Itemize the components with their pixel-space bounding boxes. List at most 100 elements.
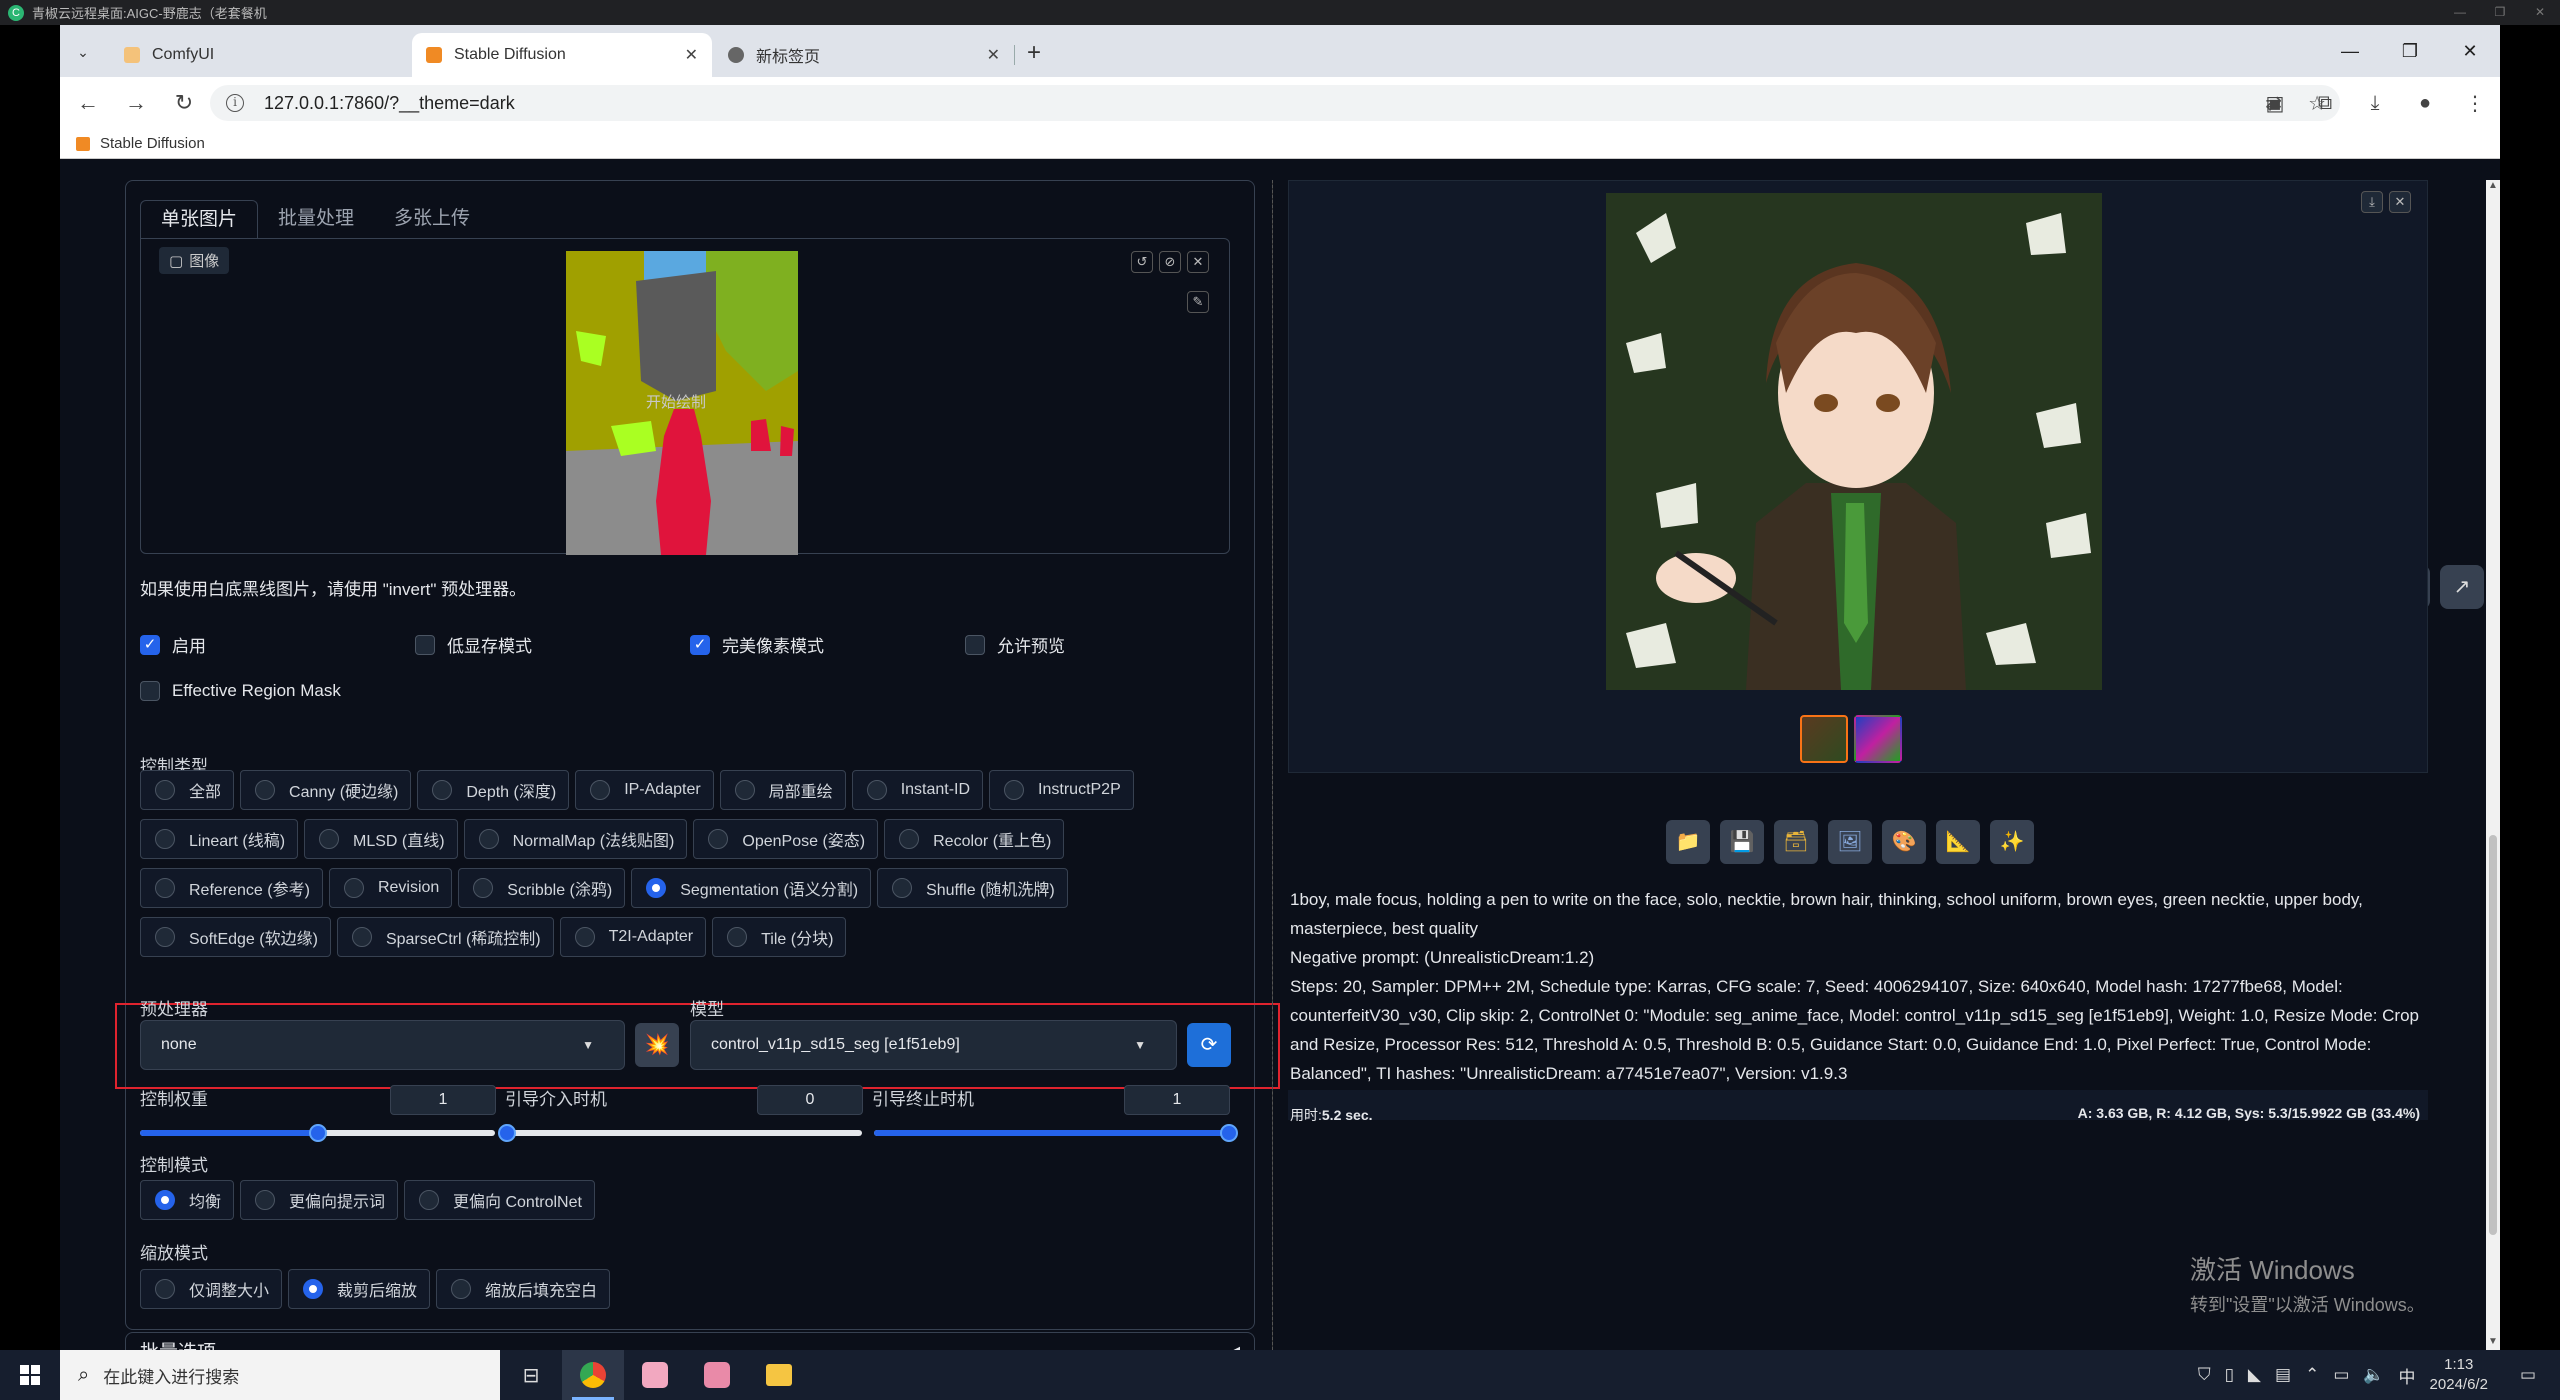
control-type-option[interactable]: Recolor (重上色): [884, 819, 1065, 859]
control-type-option[interactable]: Shuffle (随机洗牌): [877, 868, 1068, 908]
resize-modes-option[interactable]: 裁剪后缩放: [288, 1269, 431, 1309]
tab-stable-diffusion[interactable]: Stable Diffusion ✕: [412, 33, 712, 77]
enable-checkbox[interactable]: ✓ 启用: [140, 632, 206, 657]
security-shield-icon[interactable]: ⛉: [2198, 1365, 2211, 1385]
control-type-option[interactable]: SoftEdge (软边缘): [140, 917, 331, 957]
slider-handle[interactable]: [1220, 1124, 1238, 1142]
download-icon[interactable]: ⤓: [2360, 92, 2390, 115]
usb-icon[interactable]: ▯: [2225, 1365, 2234, 1385]
save-icon[interactable]: 💾: [1720, 820, 1764, 864]
undo-icon[interactable]: ↺: [1131, 251, 1153, 273]
profile-avatar-icon[interactable]: ●: [2410, 92, 2440, 115]
notification-icon[interactable]: ▭: [2520, 1365, 2536, 1385]
slider-handle[interactable]: [498, 1124, 516, 1142]
close-image-icon[interactable]: ✕: [2389, 191, 2411, 213]
run-preprocessor-icon[interactable]: 💥: [635, 1023, 679, 1067]
lowvram-checkbox[interactable]: 低显存模式: [415, 632, 532, 657]
remote-restore-icon[interactable]: ❐: [2480, 0, 2520, 25]
close-icon[interactable]: ✕: [1187, 251, 1209, 273]
volume-icon[interactable]: 🔈: [2363, 1365, 2384, 1385]
thumbnail-segmentation[interactable]: [1854, 715, 1902, 763]
extensions-puzzle-icon[interactable]: ⧉: [2310, 92, 2340, 115]
weight-slider[interactable]: [140, 1124, 495, 1142]
control-type-option[interactable]: Scribble (涂鸦): [458, 868, 626, 908]
weight-input[interactable]: 1: [390, 1085, 496, 1115]
tab-comfyui[interactable]: ComfyUI ✕: [110, 33, 451, 77]
preprocessor-dropdown[interactable]: none ▼: [140, 1020, 625, 1070]
taskbar-clock[interactable]: 1:13 2024/6/2: [2430, 1355, 2488, 1395]
control-type-option[interactable]: Tile (分块): [712, 917, 847, 957]
allow-preview-checkbox[interactable]: 允许预览: [965, 632, 1065, 657]
download-image-icon[interactable]: ⤓: [2361, 191, 2383, 213]
new-tab-plus-icon[interactable]: +: [1020, 39, 1048, 67]
control-type-option[interactable]: IP-Adapter: [575, 770, 714, 810]
page-scrollbar[interactable]: ▲ ▼: [2486, 180, 2500, 1350]
remote-minimize-icon[interactable]: —: [2440, 0, 2480, 25]
file-explorer-taskbar-icon[interactable]: [748, 1350, 810, 1400]
resize-modes-option[interactable]: 缩放后填充空白: [436, 1269, 611, 1309]
ime-indicator[interactable]: 中: [2399, 1363, 2416, 1388]
scroll-up-icon[interactable]: ▲: [2486, 180, 2500, 194]
chrome-taskbar-icon[interactable]: [562, 1350, 624, 1400]
control-type-option[interactable]: Reference (参考): [140, 868, 323, 908]
start-button[interactable]: [0, 1350, 60, 1400]
close-tab-icon[interactable]: ✕: [685, 45, 698, 65]
control-type-option[interactable]: Canny (硬边缘): [240, 770, 412, 810]
close-tab-icon[interactable]: ✕: [987, 45, 1000, 65]
control-modes-option[interactable]: 均衡: [140, 1180, 235, 1220]
guidance-end-input[interactable]: 1: [1124, 1085, 1230, 1115]
taskbar-search[interactable]: ⌕ 在此键入进行搜索: [60, 1350, 500, 1400]
thumbnail-output[interactable]: [1800, 715, 1848, 763]
control-type-option[interactable]: InstructP2P: [989, 770, 1134, 810]
open-folder-icon[interactable]: 📁: [1666, 820, 1710, 864]
extension-p-icon[interactable]: ▣: [2260, 91, 2290, 116]
control-modes-option[interactable]: 更偏向提示词: [240, 1180, 399, 1220]
control-type-option[interactable]: NormalMap (法线贴图): [463, 819, 688, 859]
control-type-option[interactable]: Segmentation (语义分割): [631, 868, 872, 908]
control-type-option[interactable]: 局部重绘: [719, 770, 846, 810]
control-type-option[interactable]: OpenPose (姿态): [693, 819, 879, 859]
forward-arrow-icon[interactable]: →: [116, 83, 156, 123]
control-type-option[interactable]: Instant-ID: [851, 770, 984, 810]
control-type-option[interactable]: Revision: [328, 868, 453, 908]
network-icon[interactable]: ▭: [2333, 1365, 2349, 1385]
upscale-icon[interactable]: ✨: [1990, 820, 2034, 864]
anime-app2-taskbar-icon[interactable]: [686, 1350, 748, 1400]
pixel-perfect-checkbox[interactable]: ✓ 完美像素模式: [690, 632, 824, 657]
send-to-extras-icon[interactable]: 📐: [1936, 820, 1980, 864]
tab-single-image[interactable]: 单张图片: [140, 200, 259, 238]
resize-modes-option[interactable]: 仅调整大小: [140, 1269, 283, 1309]
task-view-icon[interactable]: ⊟: [500, 1350, 562, 1400]
remote-close-icon[interactable]: ✕: [2520, 0, 2560, 25]
close-window-icon[interactable]: ✕: [2440, 25, 2500, 77]
tray-app-icon[interactable]: ▤: [2275, 1365, 2291, 1385]
control-type-option[interactable]: 全部: [140, 770, 235, 810]
tab-multi-upload[interactable]: 多张上传: [374, 200, 490, 238]
model-dropdown[interactable]: control_v11p_sd15_seg [e1f51eb9] ▼: [690, 1020, 1177, 1070]
control-type-option[interactable]: T2I-Adapter: [559, 917, 707, 957]
control-type-option[interactable]: MLSD (直线): [304, 819, 458, 859]
region-mask-checkbox[interactable]: Effective Region Mask: [140, 681, 341, 701]
send-dimensions-icon[interactable]: ↗: [2440, 565, 2484, 609]
tab-search-chevron-icon[interactable]: ⌄: [70, 39, 96, 65]
control-modes-option[interactable]: 更偏向 ControlNet: [404, 1180, 595, 1220]
refresh-models-icon[interactable]: ⟳: [1187, 1023, 1231, 1067]
generated-image[interactable]: [1606, 193, 2102, 690]
tab-batch[interactable]: 批量处理: [258, 200, 374, 238]
guidance-start-input[interactable]: 0: [757, 1085, 863, 1115]
slider-handle[interactable]: [308, 1124, 327, 1142]
restore-icon[interactable]: ❐: [2380, 25, 2440, 77]
reload-icon[interactable]: ↻: [164, 83, 204, 123]
image-upload-area[interactable]: ▢ 图像 开始绘制 ↺ ⊘ ✕ ✎: [140, 238, 1230, 555]
zip-icon[interactable]: 🗃: [1774, 820, 1818, 864]
control-type-option[interactable]: SparseCtrl (稀疏控制): [336, 917, 554, 957]
bookmark-sd[interactable]: Stable Diffusion: [100, 135, 205, 152]
scroll-down-icon[interactable]: ▼: [2486, 1336, 2500, 1350]
nvidia-icon[interactable]: ◣: [2248, 1365, 2261, 1385]
tab-new-tab[interactable]: 新标签页 ✕: [714, 33, 1015, 77]
back-arrow-icon[interactable]: ←: [68, 83, 108, 123]
batch-options-accordion[interactable]: 批量选项 ◀: [125, 1332, 1255, 1350]
menu-dots-icon[interactable]: ⋮: [2460, 91, 2490, 116]
brush-icon[interactable]: ✎: [1187, 291, 1209, 313]
send-to-img2img-icon[interactable]: 🖼: [1828, 820, 1872, 864]
